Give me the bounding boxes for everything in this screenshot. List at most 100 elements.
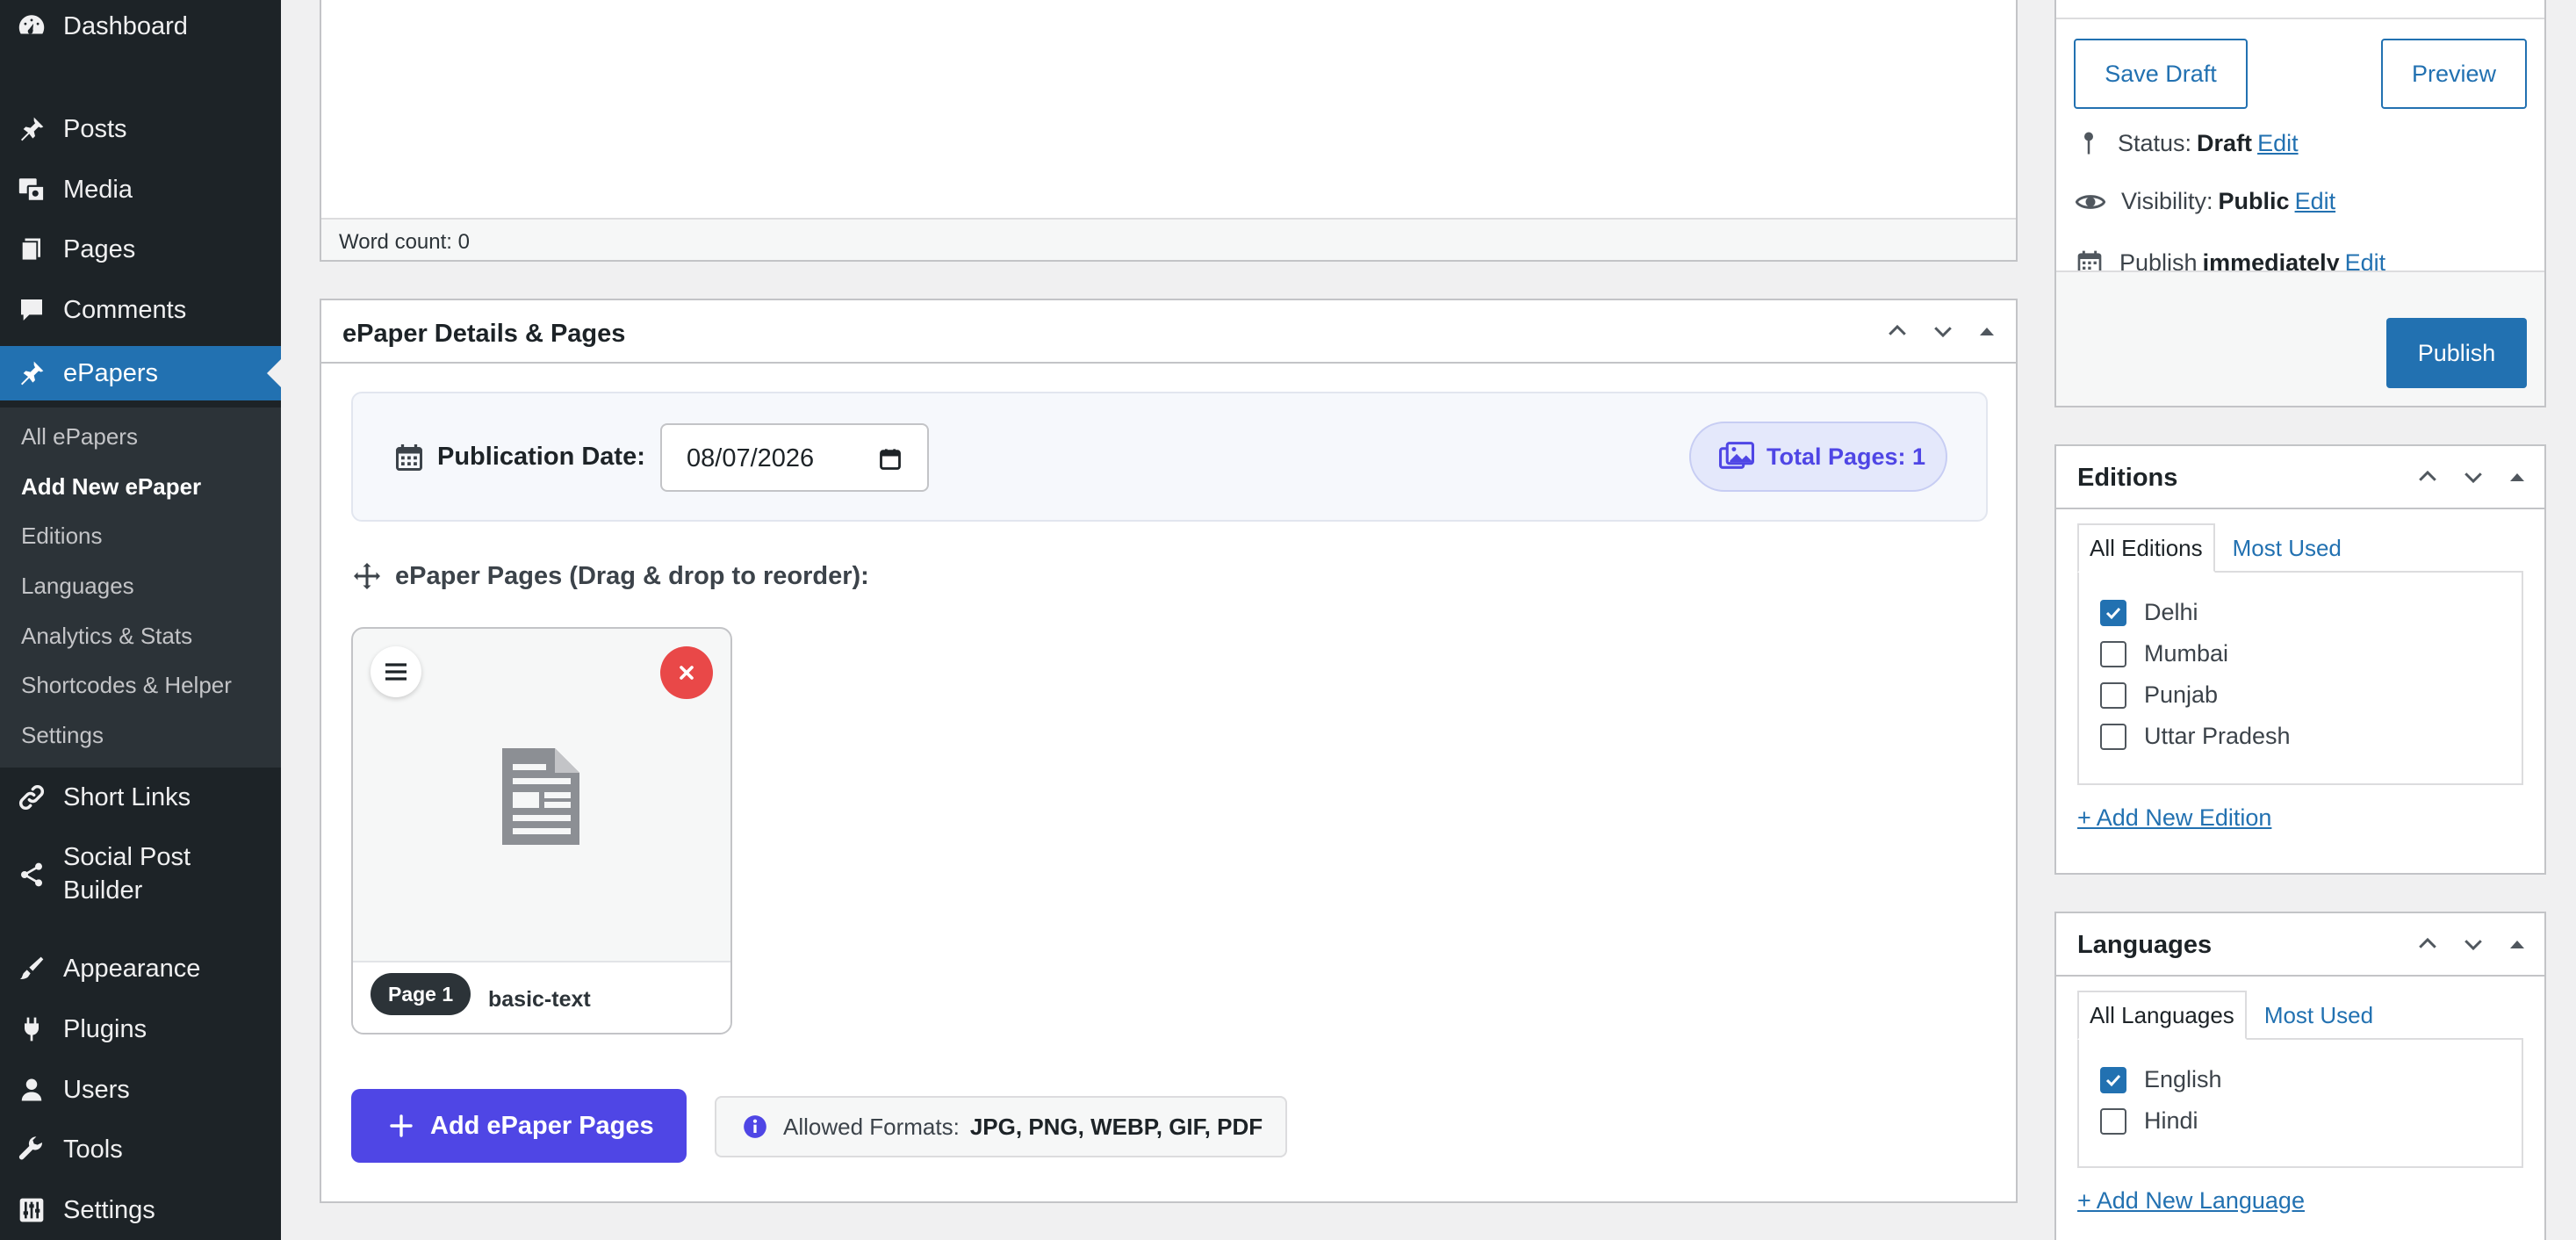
formats-label: Allowed Formats: xyxy=(783,1113,960,1140)
add-new-language-link[interactable]: + Add New Language xyxy=(2077,1187,2305,1215)
editions-header: Editions xyxy=(2056,446,2544,509)
add-new-edition-link[interactable]: + Add New Edition xyxy=(2077,804,2271,832)
metabox-title: ePaper Details & Pages xyxy=(342,320,626,348)
editions-tabs: All Editions Most Used xyxy=(2077,523,2352,573)
menu-item-users[interactable]: Users xyxy=(0,1065,281,1114)
menu-label: Posts xyxy=(63,114,127,143)
menu-label: Appearance xyxy=(63,954,201,983)
epapers-submenu: All ePapers Add New ePaper Editions Lang… xyxy=(0,407,281,768)
publication-date-input[interactable]: 08/07/2026 xyxy=(660,423,929,492)
calendar-picker-icon[interactable] xyxy=(878,446,903,472)
submenu-item-all-epapers[interactable]: All ePapers xyxy=(21,423,138,451)
preview-button[interactable]: Preview xyxy=(2381,39,2527,109)
menu-item-plugins[interactable]: Plugins xyxy=(0,1005,281,1054)
chevron-down-icon[interactable] xyxy=(2460,464,2486,490)
tab-most-used-editions[interactable]: Most Used xyxy=(2222,523,2352,573)
comment-icon xyxy=(16,294,47,326)
languages-header: Languages xyxy=(2056,913,2544,977)
submenu-item-analytics[interactable]: Analytics & Stats xyxy=(21,623,192,650)
save-draft-button[interactable]: Save Draft xyxy=(2074,39,2248,109)
menu-item-appearance[interactable]: Appearance xyxy=(0,944,281,993)
status-label: Status: xyxy=(2118,129,2192,156)
menu-label: Tools xyxy=(63,1135,123,1164)
status-value: Draft xyxy=(2197,129,2253,156)
menu-label: Short Links xyxy=(63,782,191,811)
page-card[interactable]: Page 1 basic-text xyxy=(351,627,732,1035)
menu-item-short-links[interactable]: Short Links xyxy=(0,773,281,822)
formats-value: JPG, PNG, WEBP, GIF, PDF xyxy=(969,1113,1263,1140)
pin-icon xyxy=(16,113,47,145)
languages-tabs: All Languages Most Used xyxy=(2077,991,2384,1040)
brush-icon xyxy=(16,953,47,984)
visibility-row: Visibility: Public Edit xyxy=(2076,188,2335,215)
publish-button[interactable]: Publish xyxy=(2386,318,2527,388)
caret-up-icon[interactable] xyxy=(1979,325,1995,337)
menu-item-settings[interactable]: Settings xyxy=(0,1186,281,1235)
submenu-item-settings[interactable]: Settings xyxy=(21,722,104,749)
publication-date-bar: Publication Date: 08/07/2026 Total Pages… xyxy=(351,392,1988,522)
menu-item-epapers[interactable]: ePapers xyxy=(0,346,281,400)
checkbox[interactable] xyxy=(2100,681,2126,709)
editions-title: Editions xyxy=(2077,464,2178,492)
wrench-icon xyxy=(16,1134,47,1165)
edition-item-uttar-pradesh[interactable]: Uttar Pradesh xyxy=(2100,723,2291,750)
tab-most-used-languages[interactable]: Most Used xyxy=(2254,991,2384,1040)
checkbox[interactable] xyxy=(2100,1107,2126,1135)
drag-handle-icon[interactable] xyxy=(371,646,421,697)
menu-item-tools[interactable]: Tools xyxy=(0,1125,281,1174)
menu-label: Users xyxy=(63,1075,130,1104)
edit-status-link[interactable]: Edit xyxy=(2257,130,2299,157)
chevron-up-icon[interactable] xyxy=(2414,464,2441,490)
submenu-item-editions[interactable]: Editions xyxy=(21,523,103,550)
page-file-name: basic-text xyxy=(488,987,591,1012)
caret-up-icon[interactable] xyxy=(2509,938,2525,950)
checkbox[interactable] xyxy=(2100,1066,2126,1093)
pin-icon xyxy=(2076,128,2118,158)
plus-icon xyxy=(390,1114,430,1137)
add-pages-label: Add ePaper Pages xyxy=(430,1111,654,1140)
menu-item-pages[interactable]: Pages xyxy=(0,225,281,274)
menu-item-posts[interactable]: Posts xyxy=(0,105,281,154)
checkbox[interactable] xyxy=(2100,599,2126,626)
pin-icon xyxy=(16,357,47,389)
menu-item-social-post-builder[interactable]: Social Post Builder xyxy=(0,841,281,919)
submenu-item-shortcodes[interactable]: Shortcodes & Helper xyxy=(21,672,232,699)
tab-all-languages[interactable]: All Languages xyxy=(2077,991,2247,1040)
edition-item-mumbai[interactable]: Mumbai xyxy=(2100,640,2228,667)
submenu-item-add-new-epaper[interactable]: Add New ePaper xyxy=(21,473,201,501)
user-icon xyxy=(16,1074,47,1106)
add-epaper-pages-button[interactable]: Add ePaper Pages xyxy=(351,1089,687,1163)
menu-item-dashboard[interactable]: Dashboard xyxy=(0,2,281,51)
edition-item-punjab[interactable]: Punjab xyxy=(2100,681,2218,709)
menu-item-comments[interactable]: Comments xyxy=(0,285,281,335)
edition-item-delhi[interactable]: Delhi xyxy=(2100,599,2198,626)
document-icon xyxy=(500,746,581,847)
languages-controls xyxy=(2414,913,2525,975)
plug-icon xyxy=(16,1013,47,1045)
page-number-badge: Page 1 xyxy=(371,973,471,1015)
language-item-english[interactable]: English xyxy=(2100,1066,2222,1093)
checkbox[interactable] xyxy=(2100,640,2126,667)
language-item-hindi[interactable]: Hindi xyxy=(2100,1107,2198,1135)
visibility-value: Public xyxy=(2218,188,2290,214)
media-icon xyxy=(16,174,47,205)
move-icon xyxy=(351,560,395,592)
publish-box: Save Draft Preview Status: Draft Edit Vi… xyxy=(2054,0,2546,407)
checkbox[interactable] xyxy=(2100,723,2126,750)
remove-page-button[interactable] xyxy=(660,646,713,699)
edit-visibility-link[interactable]: Edit xyxy=(2295,188,2336,215)
submenu-item-languages[interactable]: Languages xyxy=(21,573,134,600)
caret-up-icon[interactable] xyxy=(2509,471,2525,483)
eye-icon xyxy=(2076,191,2121,213)
tab-all-editions[interactable]: All Editions xyxy=(2077,523,2215,573)
page-card-footer: Page 1 basic-text xyxy=(353,961,730,1033)
chevron-down-icon[interactable] xyxy=(2460,931,2486,957)
chevron-up-icon[interactable] xyxy=(2414,931,2441,957)
languages-box: Languages All Languages Most Used Englis… xyxy=(2054,912,2546,1240)
chevron-down-icon[interactable] xyxy=(1930,318,1956,344)
content-editor[interactable]: Word count: 0 xyxy=(320,0,2018,262)
checkbox-label: English xyxy=(2144,1066,2222,1092)
chevron-up-icon[interactable] xyxy=(1884,318,1910,344)
menu-item-media[interactable]: Media xyxy=(0,165,281,214)
allowed-formats-note: Allowed Formats: JPG, PNG, WEBP, GIF, PD… xyxy=(715,1096,1287,1157)
